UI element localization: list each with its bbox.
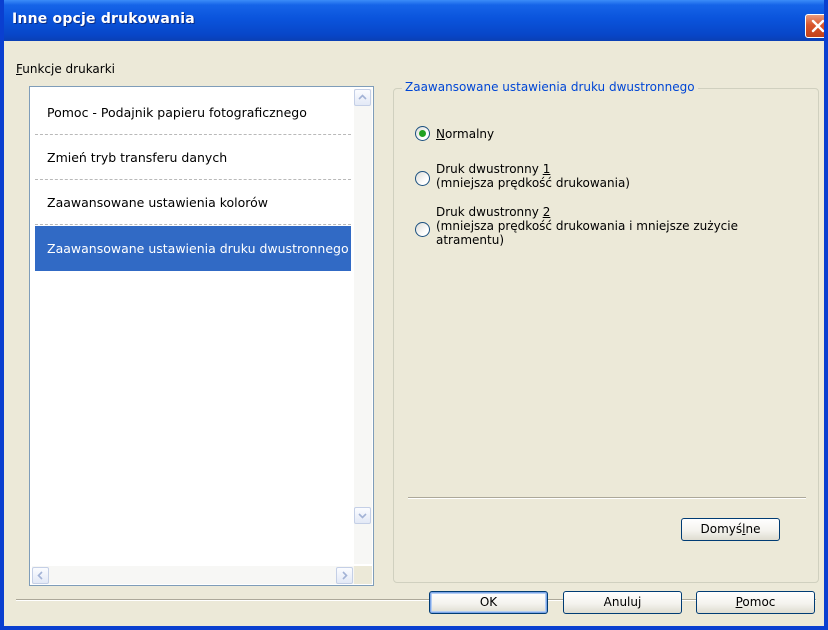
printer-functions-label: Funkcje drukarki [16,62,115,76]
radio-normal-accel: N [436,127,445,141]
defaults-button[interactable]: Domyślne [681,518,780,541]
chevron-down-icon [358,513,367,519]
scroll-right-button[interactable] [336,567,353,584]
radio-duplex-2-line2: (mniejsza prędkość drukowania i mniejsze… [436,219,738,233]
printer-functions-list[interactable]: Pomoc - Podajnik papieru fotograficznego… [29,86,374,586]
chevron-right-icon [342,571,348,580]
cancel-button[interactable]: Anuluj [563,591,682,614]
help-button[interactable]: Pomoc [696,591,815,614]
radio-duplex-2-prefix: Druk dwustronny [436,205,543,219]
group-separator [408,497,806,499]
radio-normal[interactable] [415,126,430,141]
radio-duplex-1-line2: (mniejsza prędkość drukowania) [436,176,630,190]
vertical-scrollbar[interactable] [354,89,372,564]
radio-duplex-1-prefix: Druk dwustronny [436,162,543,176]
ok-button[interactable]: OK [429,591,548,614]
radio-duplex-2[interactable] [415,222,430,237]
scrollbar-corner [354,566,372,584]
radio-duplex-2-line3: atramentu) [436,233,505,247]
duplex-settings-group-title: Zaawansowane ustawienia druku dwustronne… [402,80,698,94]
defaults-suffix: ne [745,522,761,536]
radio-duplex-1[interactable] [415,171,430,186]
defaults-prefix: Domyś [700,522,743,536]
help-text: omoc [742,595,776,609]
scroll-down-button[interactable] [354,507,371,524]
close-icon [811,19,824,33]
close-button[interactable] [805,14,824,38]
title-bar[interactable]: Inne opcje drukowania [4,0,824,41]
window-title: Inne opcje drukowania [12,11,195,27]
chevron-up-icon [358,94,367,100]
radio-duplex-2-line1: Druk dwustronny 2 [436,205,738,219]
radio-duplex-2-label[interactable]: Druk dwustronny 2 (mniejsza prędkość dru… [436,205,738,247]
list-item-data-transfer-mode[interactable]: Zmień tryb transferu danych [35,135,351,180]
horizontal-scrollbar[interactable] [32,566,354,584]
radio-normal-text: ormalny [444,127,495,141]
scroll-left-button[interactable] [32,567,49,584]
radio-duplex-1-line1: Druk dwustronny 1 [436,162,630,176]
scroll-up-button[interactable] [354,89,371,106]
list-item-photo-paper-tray-help[interactable]: Pomoc - Podajnik papieru fotograficznego [35,90,351,135]
radio-duplex-2-accel: 2 [542,205,551,219]
printer-functions-label-text: unkcje drukarki [22,62,116,76]
dialog-window: Inne opcje drukowania Funkcje drukarki P… [0,0,828,630]
radio-duplex-1-accel: 1 [542,162,551,176]
radio-normal-label[interactable]: Normalny [436,127,494,141]
radio-duplex-1-label[interactable]: Druk dwustronny 1 (mniejsza prędkość dru… [436,162,630,190]
radio-selected-dot [419,130,426,137]
chevron-left-icon [37,571,43,580]
list-item-advanced-duplex-settings[interactable]: Zaawansowane ustawienia druku dwustronne… [35,226,351,271]
list-item-advanced-color-settings[interactable]: Zaawansowane ustawienia kolorów [35,180,351,225]
